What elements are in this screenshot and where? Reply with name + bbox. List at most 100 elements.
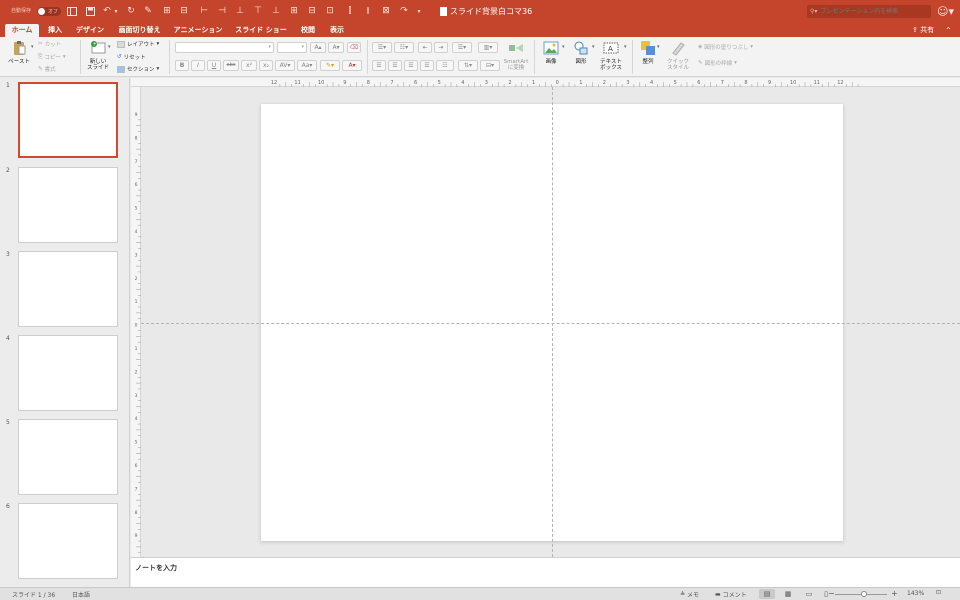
customize-toolbar-icon[interactable]: ▾ xyxy=(414,5,424,17)
tab-insert[interactable]: 挿入 xyxy=(42,24,68,37)
align-left-button[interactable]: ☰ xyxy=(372,60,386,71)
strikethrough-button[interactable]: abc xyxy=(223,60,239,71)
tab-animations[interactable]: アニメーション xyxy=(169,24,227,37)
slide-thumbnail[interactable] xyxy=(18,167,118,243)
tab-view[interactable]: 表示 xyxy=(324,24,350,37)
tab-slideshow[interactable]: スライド ショー xyxy=(231,24,291,37)
slide-thumbnail[interactable] xyxy=(18,335,118,411)
new-slide-icon[interactable]: ⊞ xyxy=(161,5,173,17)
change-case-icon[interactable]: Aa▾ xyxy=(297,60,317,71)
align-right-button[interactable]: ☰ xyxy=(404,60,418,71)
arrange-dropdown-icon[interactable]: ▾ xyxy=(657,44,660,50)
distributed-align-icon[interactable]: ☷ xyxy=(436,60,454,71)
collapse-ribbon-icon[interactable]: ⌃ xyxy=(945,24,952,37)
distribute-horizontal-icon[interactable]: ⊟ xyxy=(306,5,318,17)
tab-transitions[interactable]: 画面切り替え xyxy=(113,24,166,37)
notes-pane[interactable]: ノートを入力 xyxy=(131,557,960,587)
tab-review[interactable]: 校閲 xyxy=(295,24,321,37)
vertical-guide[interactable] xyxy=(552,87,553,557)
align-vertical-icon[interactable]: ⫾ xyxy=(362,5,374,17)
smiley-icon[interactable]: ☺▾ xyxy=(937,5,954,18)
align-center-button[interactable]: ☰ xyxy=(388,60,402,71)
zoom-in-icon[interactable]: + xyxy=(891,589,898,598)
italic-button[interactable]: I xyxy=(191,60,205,71)
distribute-vertical-icon[interactable]: ⊡ xyxy=(324,5,336,17)
shape-outline-button[interactable]: ✎ 図形の枠線 ▾ xyxy=(698,59,737,67)
font-color-button[interactable]: A▾ xyxy=(342,60,362,71)
slide-thumbnail[interactable] xyxy=(18,503,118,579)
search-input[interactable] xyxy=(820,5,921,18)
save-icon[interactable] xyxy=(84,5,96,17)
layout-button[interactable]: レイアウト ▾ xyxy=(117,40,159,48)
redo-arrow-icon[interactable]: ↷ xyxy=(398,5,410,17)
normal-view-icon[interactable]: ▤ xyxy=(759,589,775,599)
paste-button[interactable]: ペースト xyxy=(6,40,32,65)
vertical-ruler[interactable]: 9 8 7 6 5 4 3 2 1 0 1 2 3 4 5 6 7 8 9 xyxy=(131,87,141,557)
textbox-dropdown-icon[interactable]: ▾ xyxy=(624,44,627,50)
subscript-icon[interactable]: x₂ xyxy=(259,60,273,71)
sidebar-toggle-icon[interactable] xyxy=(66,5,78,17)
autosave-toggle[interactable]: オフ xyxy=(37,7,61,16)
quick-styles-button[interactable]: クイック スタイル xyxy=(664,40,692,71)
picture-button[interactable]: 画像 xyxy=(540,40,562,65)
justify-button[interactable]: ☰ xyxy=(420,60,434,71)
language-indicator[interactable]: 日本語 xyxy=(72,590,90,599)
zoom-slider-handle[interactable] xyxy=(860,591,867,597)
reset-button[interactable]: ↺ リセット xyxy=(117,53,146,61)
text-direction-icon[interactable]: ⇅▾ xyxy=(458,60,478,71)
tab-design[interactable]: デザイン xyxy=(71,24,109,37)
slide-thumbnail[interactable] xyxy=(18,251,118,327)
underline-button[interactable]: U xyxy=(207,60,221,71)
shapes-button[interactable]: 図形 xyxy=(570,40,592,65)
shrink-font-button[interactable]: A▾ xyxy=(328,42,344,53)
horizontal-guide[interactable] xyxy=(141,323,960,324)
format-painter-button[interactable]: ✎ 書式 xyxy=(38,65,56,73)
new-slide-dropdown-icon[interactable]: ⊟ xyxy=(178,5,190,17)
textbox-button[interactable]: A テキスト ボックス xyxy=(597,40,625,71)
align-middle-icon[interactable]: ⊥ xyxy=(270,5,282,17)
font-size-select[interactable]: ▾ xyxy=(277,42,307,53)
new-slide-dropdown-icon[interactable]: ▾ xyxy=(108,44,111,50)
notes-toggle[interactable]: ≙ メモ xyxy=(680,590,699,599)
zoom-level[interactable]: 143% xyxy=(907,590,924,597)
format-painter-icon[interactable]: ✎ xyxy=(142,5,154,17)
comments-toggle[interactable]: ▬ コメント xyxy=(715,590,747,599)
arrange-button[interactable]: 整列 xyxy=(637,40,659,65)
picture-dropdown-icon[interactable]: ▾ xyxy=(562,44,565,50)
convert-smartart-button[interactable]: SmartArt に変換 xyxy=(502,40,530,71)
line-spacing-icon[interactable]: ☰▾ xyxy=(452,42,472,53)
numbering-icon[interactable]: ☷▾ xyxy=(394,42,414,53)
undo-dropdown-icon[interactable]: ▾ xyxy=(112,5,120,17)
highlight-icon[interactable]: ✎▾ xyxy=(320,60,340,71)
grow-font-button[interactable]: A▴ xyxy=(310,42,326,53)
reading-view-icon[interactable]: ▭ xyxy=(801,589,817,599)
align-right-icon[interactable]: ⊥ xyxy=(234,5,246,17)
share-button[interactable]: ⇪ 共有 xyxy=(912,24,934,37)
fit-to-window-icon[interactable]: ⊡ xyxy=(936,589,941,596)
clear-formatting-icon[interactable]: ⌫ xyxy=(347,42,361,53)
shapes-dropdown-icon[interactable]: ▾ xyxy=(592,44,595,50)
align-text-icon[interactable]: ⊟▾ xyxy=(480,60,500,71)
zoom-out-icon[interactable]: − xyxy=(828,589,835,598)
decrease-indent-icon[interactable]: ⇤ xyxy=(418,42,432,53)
bullets-icon[interactable]: ☰▾ xyxy=(372,42,392,53)
slide-sorter-icon[interactable]: ▦ xyxy=(780,589,796,599)
font-family-select[interactable]: ▾ xyxy=(175,42,274,53)
align-center-icon[interactable]: ⊣ xyxy=(216,5,228,17)
superscript-icon[interactable]: x² xyxy=(241,60,257,71)
align-horizontal-icon[interactable]: ⫿ xyxy=(344,5,356,17)
search-box[interactable]: ⚲▾ xyxy=(807,5,931,18)
align-bottom-icon[interactable]: ⊞ xyxy=(288,5,300,17)
section-button[interactable]: セクション ▾ xyxy=(117,65,159,73)
horizontal-ruler[interactable]: 12 11 10 9 8 7 6 5 4 3 2 1 0 1 2 3 4 5 6 7 8 9 10 11 12 xyxy=(131,78,960,87)
shape-fill-button[interactable]: ◈ 図形の塗りつぶし ▾ xyxy=(698,43,753,51)
columns-icon[interactable]: ▥▾ xyxy=(478,42,498,53)
paste-dropdown-icon[interactable]: ▾ xyxy=(31,44,34,50)
bold-button[interactable]: B xyxy=(175,60,189,71)
increase-indent-icon[interactable]: ⇥ xyxy=(434,42,448,53)
slide-thumbnail[interactable] xyxy=(18,419,118,495)
character-spacing-icon[interactable]: AV▾ xyxy=(275,60,295,71)
align-top-icon[interactable]: ⊤ xyxy=(252,5,264,17)
cut-button[interactable]: ✂ カット xyxy=(38,40,61,48)
tab-home[interactable]: ホーム xyxy=(5,24,39,37)
